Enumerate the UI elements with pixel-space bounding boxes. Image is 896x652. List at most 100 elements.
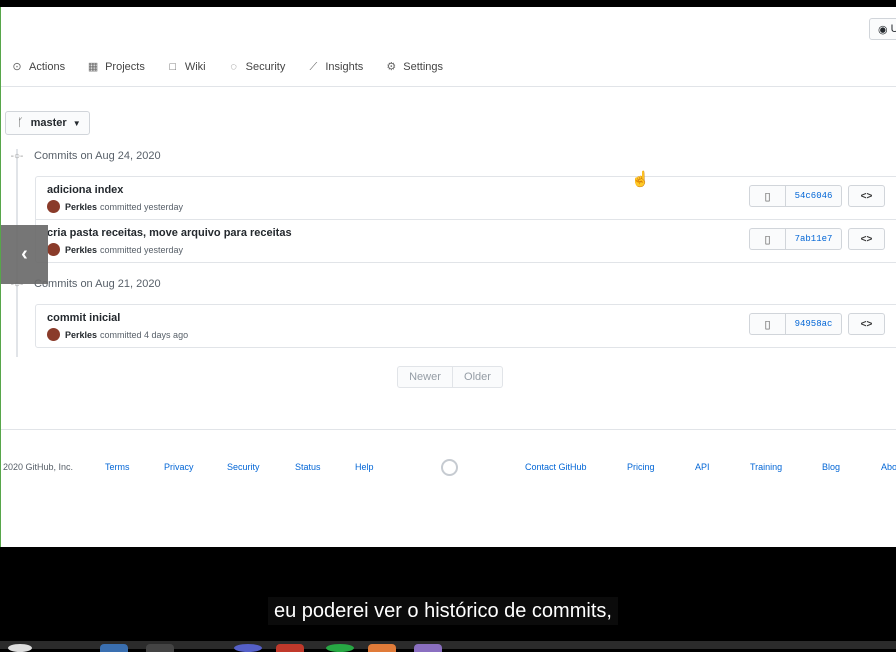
clipboard-icon: ▯ xyxy=(764,190,771,203)
copy-sha-button[interactable]: ▯ xyxy=(749,185,785,207)
copy-sha-button[interactable]: ▯ xyxy=(749,313,785,335)
branch-icon: ᚴ xyxy=(17,117,24,129)
shield-icon: ◌ xyxy=(230,61,237,73)
commit-message[interactable]: cria pasta receitas, move arquivo para r… xyxy=(47,227,292,239)
code-icon: <> xyxy=(860,318,873,330)
footer-link-training[interactable]: Training xyxy=(750,462,782,472)
tab-security[interactable]: ◌ Security xyxy=(228,61,286,73)
start-icon[interactable] xyxy=(8,644,32,652)
commit-actions: ▯ 7ab11e7 <> xyxy=(749,228,885,250)
tab-insights[interactable]: ⟋ Insights xyxy=(307,61,364,73)
avatar[interactable] xyxy=(47,200,60,213)
browser-page: ◉ U ⊙ Actions ▦ Projects □ Wiki ◌ Securi… xyxy=(0,7,896,547)
tab-label: Projects xyxy=(105,61,145,73)
taskbar-app-icon[interactable] xyxy=(146,644,174,652)
browse-repo-button[interactable]: <> xyxy=(848,313,885,335)
watch-label: U xyxy=(891,23,896,35)
book-icon: □ xyxy=(169,61,177,73)
commit-author[interactable]: Perkles xyxy=(65,202,97,212)
footer-link-status[interactable]: Status xyxy=(295,462,321,472)
commit-time: committed 4 days ago xyxy=(100,329,189,340)
tab-projects[interactable]: ▦ Projects xyxy=(87,61,145,73)
tab-label: Wiki xyxy=(184,61,206,73)
project-board-icon: ▦ xyxy=(87,61,99,73)
footer-link-api[interactable]: API xyxy=(695,462,710,472)
avatar[interactable] xyxy=(47,243,60,256)
video-top-bar xyxy=(0,0,896,7)
footer-link-contact[interactable]: Contact GitHub xyxy=(525,462,587,472)
older-button[interactable]: Older xyxy=(453,366,503,388)
commit-sha-link[interactable]: 7ab11e7 xyxy=(785,228,842,250)
footer-link-terms[interactable]: Terms xyxy=(105,462,130,472)
commit-row: commit inicial Perkles committed 4 days … xyxy=(36,305,896,347)
taskbar xyxy=(0,641,896,649)
commit-meta: Perkles committed yesterday xyxy=(47,200,183,213)
commit-actions: ▯ 94958ac <> xyxy=(749,313,885,335)
commit-meta: Perkles committed yesterday xyxy=(47,243,183,256)
tab-label: Actions xyxy=(29,61,66,73)
code-icon: <> xyxy=(860,190,873,202)
eye-icon: ◉ xyxy=(878,23,888,36)
clipboard-icon: ▯ xyxy=(764,318,771,331)
commit-group-header: -○- Commits on Aug 24, 2020 xyxy=(9,150,161,162)
footer-link-about[interactable]: Abo xyxy=(881,462,896,472)
play-circle-icon: ⊙ xyxy=(12,61,22,73)
caret-down-icon: ▼ xyxy=(72,118,81,128)
tab-label: Insights xyxy=(325,61,364,73)
tab-label: Settings xyxy=(403,61,444,73)
footer-divider xyxy=(1,429,896,430)
commit-time: committed yesterday xyxy=(100,201,184,212)
taskbar-app-icon[interactable] xyxy=(414,644,442,652)
video-subtitle: eu poderei ver o histórico de commits, xyxy=(268,597,618,625)
footer-link-help[interactable]: Help xyxy=(355,462,374,472)
commit-author[interactable]: Perkles xyxy=(65,245,97,255)
tab-label: Security xyxy=(245,61,286,73)
previous-slide-button[interactable]: ‹ xyxy=(1,225,48,284)
commit-node-icon: -○- xyxy=(10,150,24,162)
commit-group-date: Commits on Aug 24, 2020 xyxy=(34,150,161,162)
newer-button[interactable]: Newer xyxy=(397,366,453,388)
copy-sha-button[interactable]: ▯ xyxy=(749,228,785,250)
commit-time: committed yesterday xyxy=(100,244,184,255)
branch-selector[interactable]: ᚴ master ▼ xyxy=(5,111,90,135)
nav-divider xyxy=(1,86,896,87)
taskbar-app-icon[interactable] xyxy=(234,644,262,652)
footer-link-privacy[interactable]: Privacy xyxy=(164,462,194,472)
tab-wiki[interactable]: □ Wiki xyxy=(167,61,206,73)
gear-icon: ⚙ xyxy=(386,61,397,73)
code-icon: <> xyxy=(860,233,873,245)
hand-cursor-icon: ☝ xyxy=(631,171,650,188)
commit-message[interactable]: adiciona index xyxy=(47,184,123,196)
commit-message[interactable]: commit inicial xyxy=(47,312,120,324)
taskbar-app-icon[interactable] xyxy=(368,644,396,652)
watch-button[interactable]: ◉ U xyxy=(869,18,896,40)
tab-settings[interactable]: ⚙ Settings xyxy=(385,61,443,73)
footer-link-pricing[interactable]: Pricing xyxy=(627,462,655,472)
browse-repo-button[interactable]: <> xyxy=(848,228,885,250)
commit-author[interactable]: Perkles xyxy=(65,330,97,340)
clipboard-icon: ▯ xyxy=(764,233,771,246)
commit-list: commit inicial Perkles committed 4 days … xyxy=(35,304,896,348)
chevron-left-icon: ‹ xyxy=(21,243,28,265)
commit-row: adiciona index Perkles committed yesterd… xyxy=(36,177,896,219)
avatar[interactable] xyxy=(47,328,60,341)
commit-row: cria pasta receitas, move arquivo para r… xyxy=(36,219,896,262)
footer-link-blog[interactable]: Blog xyxy=(822,462,840,472)
taskbar-app-icon[interactable] xyxy=(100,644,128,652)
taskbar-app-icon[interactable] xyxy=(326,644,354,652)
commit-group-date: Commits on Aug 21, 2020 xyxy=(34,278,161,290)
repo-nav: ⊙ Actions ▦ Projects □ Wiki ◌ Security ⟋… xyxy=(11,61,465,73)
footer-link-security[interactable]: Security xyxy=(227,462,260,472)
browse-repo-button[interactable]: <> xyxy=(848,185,885,207)
pagination: Newer Older xyxy=(397,366,503,388)
tab-actions[interactable]: ⊙ Actions xyxy=(11,61,65,73)
graph-icon: ⟋ xyxy=(309,61,318,73)
commit-list: adiciona index Perkles committed yesterd… xyxy=(35,176,896,263)
taskbar-app-icon[interactable] xyxy=(276,644,304,652)
commit-actions: ▯ 54c6046 <> xyxy=(749,185,885,207)
branch-name: master xyxy=(30,117,67,129)
github-logo-icon[interactable] xyxy=(441,459,458,476)
commit-sha-link[interactable]: 54c6046 xyxy=(785,185,842,207)
commit-sha-link[interactable]: 94958ac xyxy=(785,313,842,335)
footer-copyright: 2020 GitHub, Inc. xyxy=(3,462,74,472)
